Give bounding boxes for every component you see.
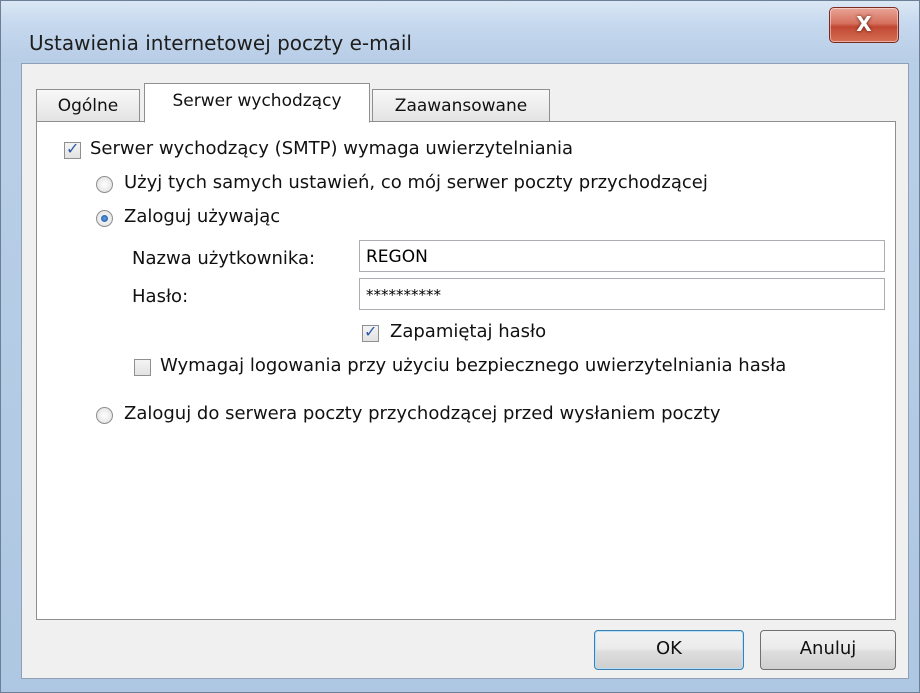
radio-login-incoming-first-label: Zaloguj do serwera poczty przychodzącej … — [124, 403, 721, 424]
radio-same-settings[interactable] — [96, 176, 113, 193]
tab-outgoing-server[interactable]: Serwer wychodzący — [144, 83, 370, 123]
remember-password-label: Zapamiętaj hasło — [390, 321, 547, 342]
cancel-button[interactable]: Anuluj — [760, 630, 896, 670]
username-field[interactable]: REGON — [359, 240, 885, 272]
ok-button-label: OK — [656, 638, 682, 659]
tab-outgoing-server-label: Serwer wychodzący — [172, 91, 342, 111]
tab-advanced-label: Zaawansowane — [394, 96, 528, 116]
remember-password-checkbox[interactable] — [362, 322, 379, 342]
dialog-client-area: Ogólne Serwer wychodzący Zaawansowane Se… — [21, 63, 909, 679]
dialog-window: Ustawienia internetowej poczty e-mail X … — [0, 0, 920, 693]
tab-general[interactable]: Ogólne — [36, 89, 140, 122]
password-field[interactable]: ********** — [359, 278, 885, 310]
title-bar[interactable]: Ustawienia internetowej poczty e-mail X — [1, 1, 919, 61]
tab-advanced[interactable]: Zaawansowane — [372, 89, 550, 122]
username-value: REGON — [366, 247, 428, 267]
close-icon: X — [856, 12, 872, 36]
password-label: Hasło: — [132, 286, 189, 307]
radio-same-settings-label: Użyj tych samych ustawień, co mój serwer… — [124, 172, 708, 193]
password-value: ********** — [366, 286, 441, 304]
close-button[interactable]: X — [829, 7, 899, 43]
tab-panel-outgoing-server: Serwer wychodzący (SMTP) wymaga uwierzyt… — [36, 121, 896, 620]
window-title: Ustawienia internetowej poczty e-mail — [29, 31, 412, 55]
require-spa-checkbox[interactable] — [134, 359, 151, 376]
username-label: Nazwa użytkownika: — [132, 248, 316, 269]
radio-login-using[interactable] — [96, 210, 113, 227]
radio-login-incoming-first[interactable] — [96, 407, 113, 424]
tab-general-label: Ogólne — [57, 96, 119, 116]
require-spa-label: Wymagaj logowania przy użyciu bezpieczne… — [160, 355, 787, 376]
smtp-auth-checkbox[interactable] — [64, 139, 81, 159]
ok-button[interactable]: OK — [594, 630, 744, 670]
smtp-auth-label: Serwer wychodzący (SMTP) wymaga uwierzyt… — [90, 138, 574, 159]
radio-login-using-label: Zaloguj używając — [124, 206, 281, 227]
cancel-button-label: Anuluj — [799, 638, 857, 659]
